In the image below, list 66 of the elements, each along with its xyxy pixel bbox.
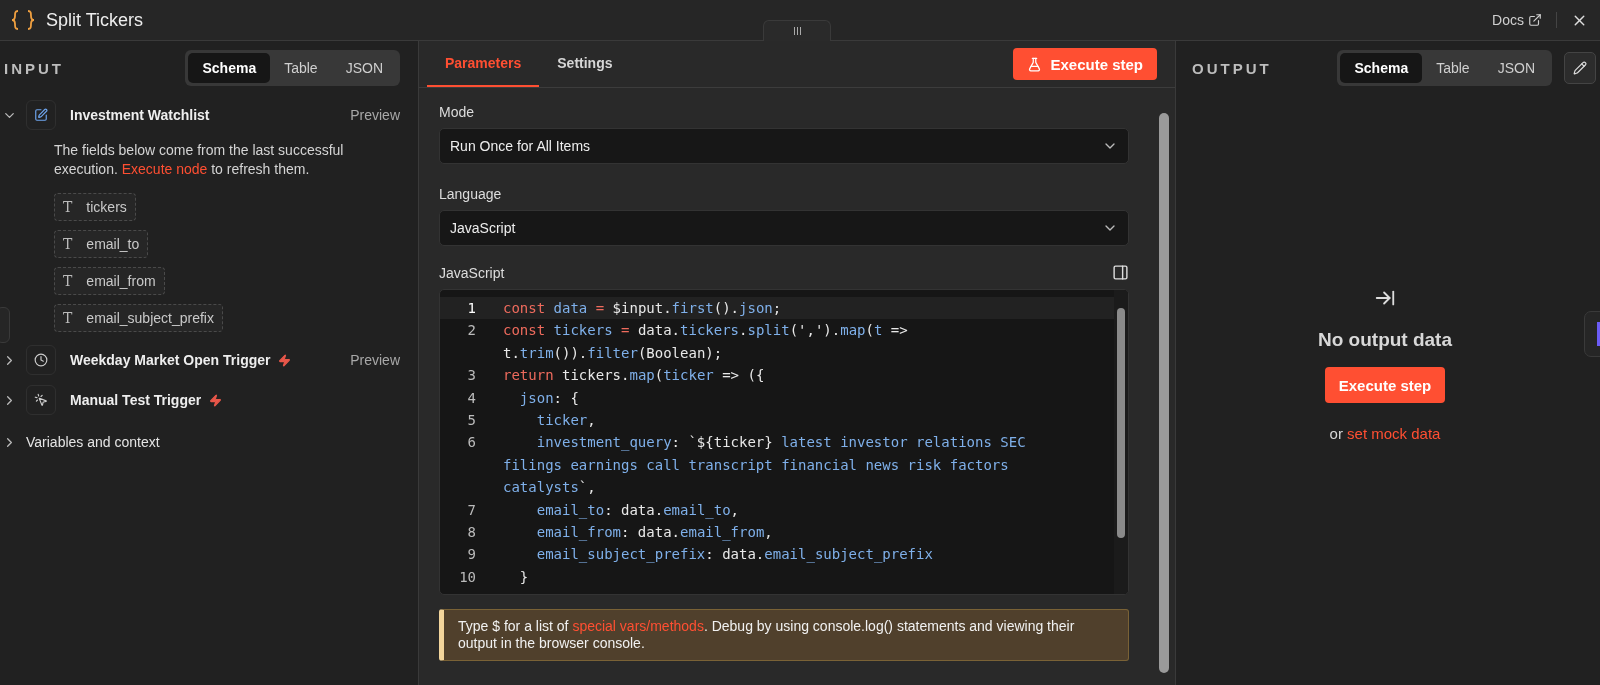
editor-tab[interactable]: Parameters — [427, 41, 540, 87]
pointer-icon — [26, 385, 56, 415]
editor-tab[interactable]: Settings — [539, 41, 631, 87]
code-line: } — [518, 567, 530, 587]
flask-icon — [1027, 56, 1043, 72]
line-number: 8 — [466, 523, 477, 543]
pencil-icon — [1573, 61, 1587, 75]
view-tab[interactable]: Schema — [188, 53, 271, 83]
code-line: return tickers.map(ticker => ({ — [503, 366, 766, 386]
node-name[interactable]: Manual Test Trigger — [70, 392, 202, 408]
line-number: 1 — [466, 299, 477, 318]
code-line: ticker, — [535, 411, 597, 431]
field-chip[interactable]: T tickers — [54, 193, 136, 221]
code-line: const tickers = data.tickers.split(',').map(t => t.trim()).filter(Boolean); — [503, 321, 909, 363]
code-editor[interactable] — [439, 289, 1129, 595]
code-line: email_to: data.email_to, — [535, 500, 741, 521]
code-line: json: { — [518, 388, 580, 408]
line-number: 2 — [466, 321, 477, 341]
view-tab[interactable]: JSON — [1483, 53, 1549, 83]
field-chip[interactable]: T email_to — [54, 230, 149, 258]
line-number: 5 — [466, 411, 477, 431]
view-tab[interactable]: Table — [1422, 53, 1484, 83]
node-name[interactable]: Weekday Market Open Trigger — [70, 352, 271, 368]
line-number: 10 — [458, 567, 477, 587]
braces-icon — [10, 8, 36, 32]
preview-link[interactable]: Preview — [350, 352, 400, 368]
line-number: 6 — [466, 433, 477, 453]
edit-icon — [26, 100, 56, 130]
view-tab[interactable]: Schema — [1340, 53, 1423, 83]
docs-link[interactable]: Docs — [1492, 12, 1557, 28]
set-mock-data-link[interactable]: set mock data — [1347, 425, 1441, 442]
field-chip[interactable]: T email_from — [54, 267, 165, 295]
field-label: Language — [439, 186, 502, 202]
side-handle[interactable] — [0, 307, 10, 343]
notice-text: The fields below come from the last successful execution. Execute node to refresh them. — [54, 141, 345, 179]
field-chip[interactable]: T email_subject_prefix — [54, 304, 223, 332]
line-number: 7 — [466, 500, 477, 520]
clock-icon — [26, 345, 56, 375]
code-line: email_from: data.email_from, — [535, 523, 774, 543]
preview-link[interactable]: Preview — [350, 107, 400, 123]
external-link-icon — [1528, 13, 1542, 27]
variables-label[interactable]: Variables and context — [26, 434, 160, 450]
resize-handle[interactable] — [763, 20, 831, 41]
edit-button[interactable] — [1564, 52, 1596, 84]
execute-node-link[interactable]: Execute node — [121, 161, 208, 177]
view-tab[interactable]: JSON — [331, 53, 397, 83]
mode-select[interactable]: Run Once for All Items — [439, 128, 1129, 164]
panel-heading: OUTPUT — [1192, 59, 1273, 77]
mock-data-text: or set mock data — [1329, 425, 1441, 442]
field-label: JavaScript — [439, 264, 505, 281]
empty-title: No output data — [1318, 329, 1452, 351]
code-line: const data = $input.first().json; — [503, 299, 783, 318]
language-select[interactable]: JavaScript — [439, 210, 1129, 246]
line-number: 9 — [466, 545, 477, 565]
node-name[interactable]: Investment Watchlist — [70, 107, 210, 123]
code-line: investment_query: `${ticker} latest investor relations SEC filings earnings call transcript financial news risk factors catalysts`, — [503, 433, 1027, 498]
line-number: 4 — [466, 388, 477, 408]
side-panel-icon[interactable] — [1112, 264, 1129, 281]
line-number: 3 — [466, 366, 477, 386]
panel-heading: INPUT — [4, 59, 65, 77]
code-line: email_subject_prefix: data.email_subject_prefix — [535, 545, 934, 565]
hint-text: Type $ for a list of special vars/methods. Debug by using console.log() statements and viewing their output in the browser console. — [458, 618, 1076, 652]
scrollbar[interactable] — [1114, 290, 1128, 594]
view-tab[interactable]: Table — [270, 53, 332, 83]
field-label: Mode — [439, 104, 475, 120]
window-title: Split Tickers — [46, 9, 144, 31]
